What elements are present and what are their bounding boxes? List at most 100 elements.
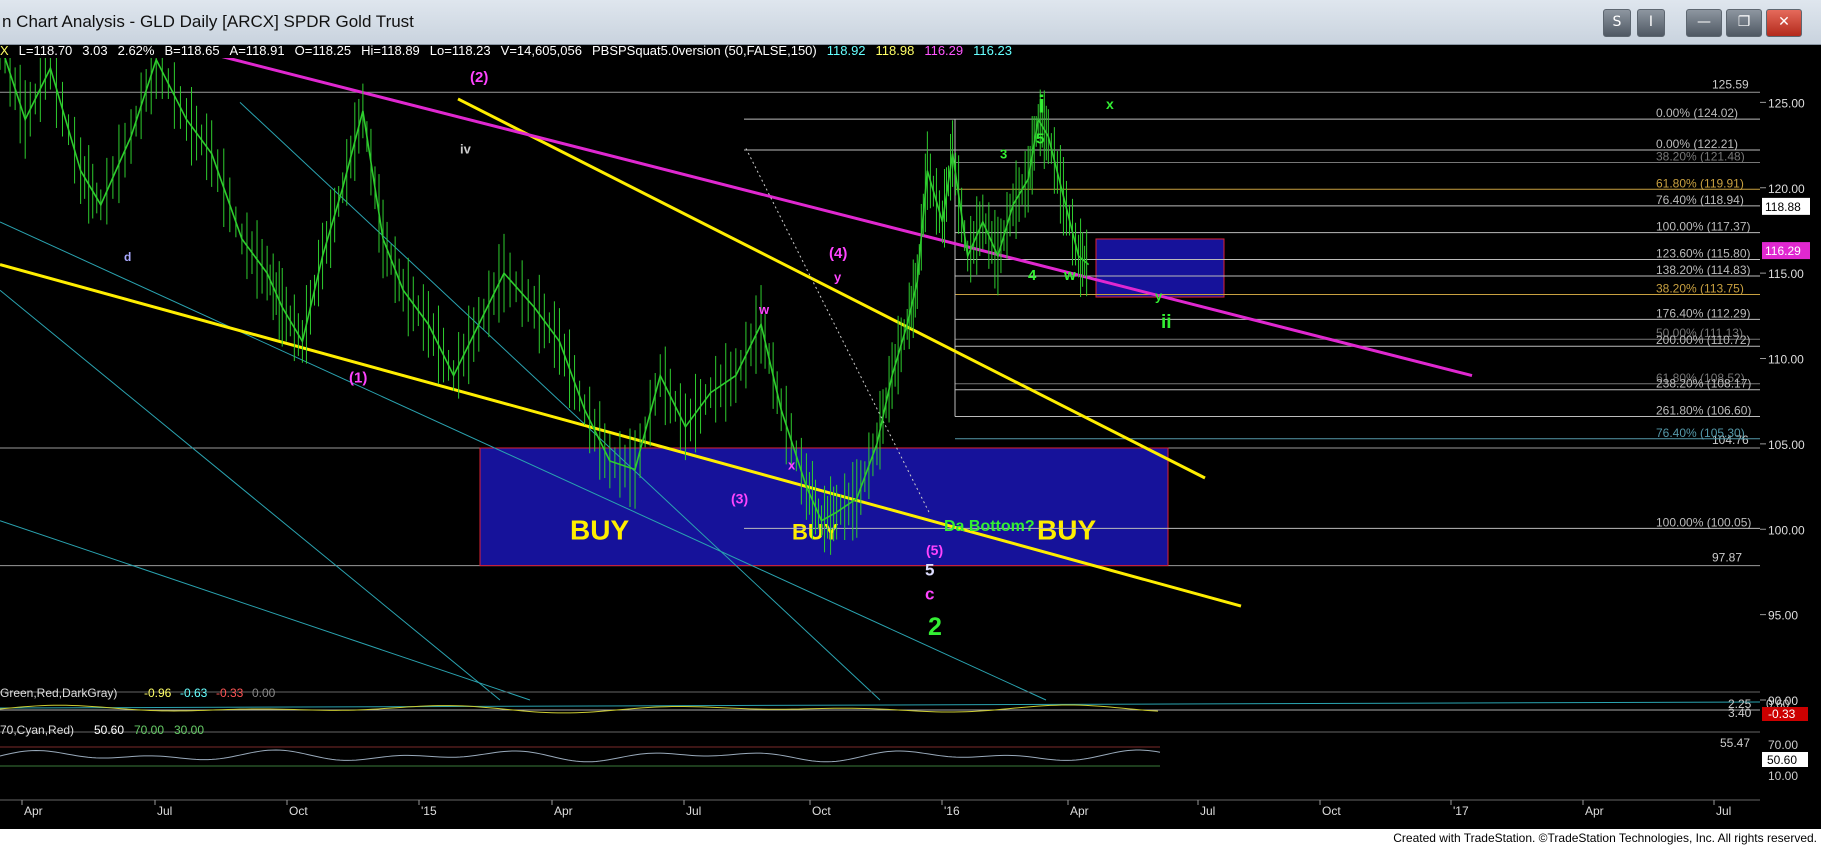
close-button[interactable]: ✕ — [1766, 9, 1802, 37]
fib-level-label: 200.00% (110.72) — [1656, 333, 1751, 347]
x-tick-label: Apr — [1070, 804, 1089, 818]
wave-label: d — [124, 250, 131, 264]
info-field: Lo=118.23 — [429, 43, 491, 58]
y-tick-label: 110.00 — [1768, 353, 1804, 367]
indicator2-label: 70,Cyan,Red) — [0, 723, 74, 737]
ma-price-label: 116.29 — [1765, 244, 1801, 258]
fib-level-label: 138.20% (114.83) — [1656, 263, 1751, 277]
y-tick-label: 105.00 — [1768, 438, 1805, 452]
x-tick-label: Jul — [1716, 804, 1731, 818]
wave-label: iv — [460, 142, 472, 157]
info-field: O=118.25 — [294, 43, 352, 58]
buy-label: BUY — [570, 514, 629, 545]
wave-label: (1) — [349, 369, 367, 386]
wave-label: y — [1155, 288, 1163, 303]
window-titlebar: n Chart Analysis - GLD Daily [ARCX] SPDR… — [0, 0, 1821, 45]
wave-label: w — [1063, 267, 1076, 284]
wave-label: x — [1106, 96, 1114, 112]
fib-level-label: 176.40% (112.29) — [1656, 306, 1751, 320]
indicator1-value: -0.63 — [180, 686, 208, 700]
wave-label: 4 — [1028, 267, 1037, 284]
info-field: 116.29 — [924, 43, 964, 58]
info-field: X — [0, 43, 9, 58]
wave-label: w — [758, 302, 770, 317]
reference-line-label: 125.59 — [1712, 77, 1749, 91]
indicator1-axis-label: 3.40 — [1728, 706, 1752, 720]
fib-level-label: 38.20% (121.48) — [1656, 149, 1745, 163]
indicator1-value: 0.00 — [252, 686, 276, 700]
fib-level-label: 261.80% (106.60) — [1656, 404, 1751, 418]
maximize-button[interactable]: ❐ — [1726, 9, 1762, 37]
reference-line-label: 97.87 — [1712, 551, 1742, 565]
x-tick-label: Apr — [554, 804, 573, 818]
fib-level-label: 0.00% (124.02) — [1656, 106, 1738, 120]
x-tick-label: Oct — [812, 804, 831, 818]
y-tick-label: 120.00 — [1768, 182, 1805, 196]
fib-level-label: 76.40% (105.30) — [1656, 426, 1745, 440]
x-tick-label: Oct — [289, 804, 308, 818]
chart-background — [0, 58, 1821, 829]
info-field: 3.03 — [82, 43, 108, 58]
x-tick-label: Apr — [1585, 804, 1604, 818]
wave-label: 3 — [1000, 147, 1007, 162]
info-field: V=14,605,056 — [500, 43, 582, 58]
buy-label: BUY — [1037, 514, 1096, 545]
fib-level-label: 61.80% (119.91) — [1656, 176, 1744, 190]
x-tick-label: Jul — [1200, 804, 1215, 818]
strategy-button[interactable]: S — [1603, 9, 1631, 37]
last-price-label: 118.88 — [1765, 200, 1801, 214]
fib-level-label: 100.00% (100.05) — [1656, 515, 1751, 529]
wave-label: Da Bottom? — [944, 518, 1035, 535]
buy-zone — [479, 447, 1169, 567]
indicator1-label: Green,Red,DarkGray) — [0, 686, 117, 700]
info-field: Hi=118.89 — [361, 43, 420, 58]
price-chart[interactable]: 130.00125.00120.00115.00110.00105.00100.… — [0, 58, 1821, 829]
wave-label: (2) — [470, 69, 488, 86]
fib-level-label: 38.20% (113.75) — [1656, 281, 1744, 295]
y-tick-label: 115.00 — [1768, 267, 1804, 281]
x-tick-label: Jul — [157, 804, 172, 818]
info-field: L=118.70 — [18, 43, 73, 58]
minimize-button[interactable]: — — [1686, 9, 1722, 37]
wave-label: ii — [1161, 312, 1172, 333]
copyright-text: Created with TradeStation. ©TradeStation… — [1393, 831, 1817, 845]
info-field: 118.98 — [875, 43, 915, 58]
x-tick-label: '17 — [1453, 804, 1469, 818]
indicator2-value: 50.60 — [94, 723, 124, 737]
y-tick-label: 100.00 — [1768, 523, 1805, 537]
x-tick-label: '16 — [944, 804, 960, 818]
info-field: B=118.65 — [164, 43, 220, 58]
fib-level-label: 123.60% (115.80) — [1656, 246, 1751, 260]
indicator2-marker-label: 50.60 — [1767, 753, 1797, 767]
x-tick-label: '15 — [421, 804, 437, 818]
info-field: 118.92 — [826, 43, 866, 58]
wave-label: c — [925, 584, 934, 603]
wave-label: 2 — [928, 613, 942, 641]
indicator1-value: -0.96 — [144, 686, 172, 700]
indicator2-axis-label: 55.47 — [1720, 736, 1750, 750]
wave-label: (4) — [829, 245, 847, 262]
wave-label: x — [788, 457, 796, 472]
indicator2-value: 30.00 — [174, 723, 204, 737]
window-title: n Chart Analysis - GLD Daily [ARCX] SPDR… — [2, 12, 414, 31]
wave-label: 5 — [925, 560, 934, 579]
indicator2-axis-label: 70.00 — [1768, 738, 1798, 752]
indicator1-marker-label: -0.33 — [1768, 707, 1796, 721]
info-field: 2.62% — [117, 43, 155, 58]
fib-level-label: 76.40% (118.94) — [1656, 193, 1744, 207]
info-field: 116.23 — [973, 43, 1012, 58]
info-field: PBSPSquat5.0version (50,FALSE,150) — [591, 43, 817, 58]
fib-level-label: 100.00% (117.37) — [1656, 220, 1751, 234]
y-tick-label: 125.00 — [1768, 96, 1805, 110]
fib-level-label: 238.20% (108.17) — [1656, 377, 1751, 391]
wave-label: (3) — [731, 491, 748, 507]
x-tick-label: Jul — [686, 804, 701, 818]
info-field: A=118.91 — [229, 43, 285, 58]
y-tick-label: 95.00 — [1768, 609, 1798, 623]
wave-label: y — [834, 270, 842, 285]
indicator-button[interactable]: I — [1637, 9, 1665, 37]
indicator2-axis-label: 10.00 — [1768, 769, 1798, 783]
x-tick-label: Oct — [1322, 804, 1341, 818]
quote-info-bar: X L=118.70 3.03 2.62% B=118.65 A=118.91 O=118.… — [0, 44, 1821, 58]
wave-label: i — [1038, 91, 1045, 119]
